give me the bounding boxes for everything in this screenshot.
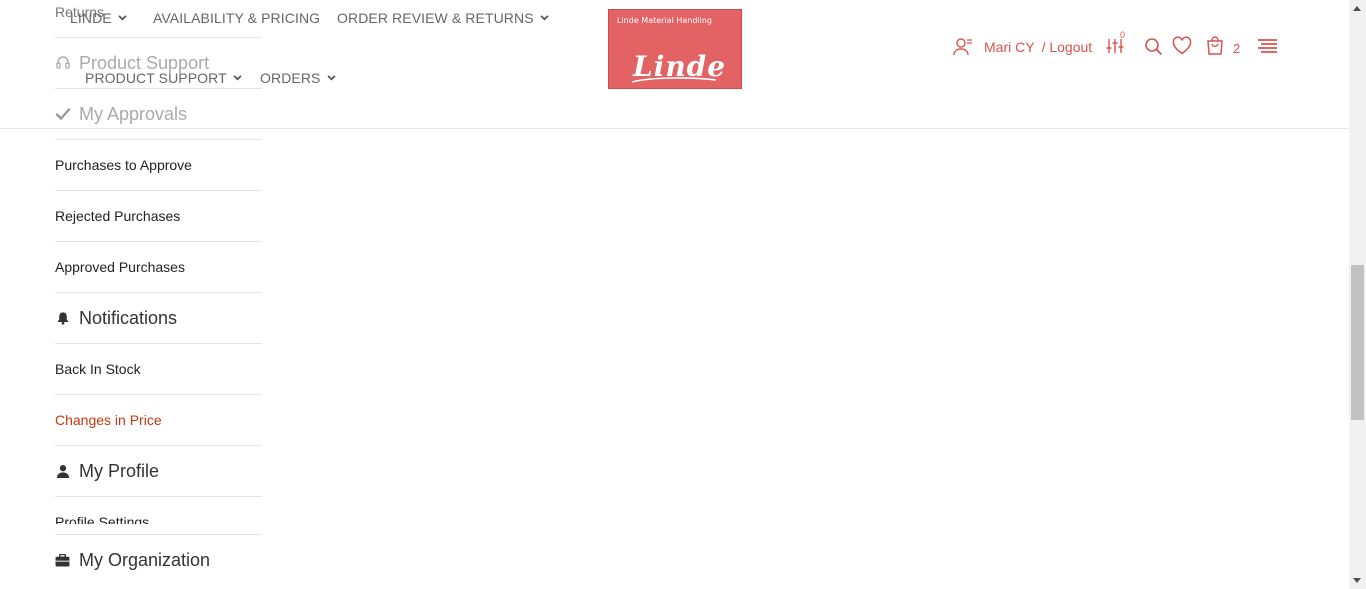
chevron-down-icon bbox=[233, 75, 242, 81]
nav-label: PRODUCT SUPPORT bbox=[85, 70, 227, 86]
wishlist-icon[interactable] bbox=[1172, 36, 1192, 56]
sidebar-item-profile-settings[interactable]: Profile Settings bbox=[55, 497, 262, 524]
person-icon bbox=[55, 463, 71, 479]
nav-label: AVAILABILITY & PRICING bbox=[153, 10, 321, 26]
sidebar-item-purchases-to-approve[interactable]: Purchases to Approve bbox=[55, 140, 262, 191]
user-account: Mari CY / Logout bbox=[953, 36, 1092, 58]
nav-label: LINDE bbox=[70, 10, 112, 26]
scroll-up-arrow-icon[interactable] bbox=[1353, 6, 1361, 11]
chevron-down-icon bbox=[326, 75, 336, 81]
chevron-down-icon bbox=[540, 15, 549, 21]
chevron-down-icon bbox=[118, 15, 127, 21]
logo-subtitle: Linde Material Handling bbox=[617, 16, 712, 25]
nav-product-support[interactable]: PRODUCT SUPPORT bbox=[85, 70, 242, 86]
sidebar-item-approved-purchases[interactable]: Approved Purchases bbox=[55, 242, 262, 293]
sidebar-item-label: Rejected Purchases bbox=[55, 208, 181, 224]
sidebar-item-label: Purchases to Approve bbox=[55, 157, 192, 173]
page: Returns Product Support My Approvals Pur… bbox=[0, 0, 1366, 589]
sidebar-item-label: Profile Settings bbox=[55, 514, 150, 524]
logout-link[interactable]: / Logout bbox=[1042, 39, 1093, 55]
sidebar-item-changes-in-price[interactable]: Changes in Price bbox=[55, 395, 262, 446]
site-header: LINDE AVAILABILITY & PRICING ORDER REVIE… bbox=[0, 0, 1349, 129]
user-name[interactable]: Mari CY bbox=[984, 39, 1035, 55]
page-scrollbar[interactable] bbox=[1349, 0, 1366, 589]
cart-count: 2 bbox=[1233, 41, 1241, 56]
nav-orders[interactable]: ORDERS bbox=[260, 70, 336, 86]
scroll-down-arrow-icon[interactable] bbox=[1353, 578, 1361, 583]
sidebar-item-label: Back In Stock bbox=[55, 361, 141, 377]
logo-swoosh bbox=[631, 77, 717, 83]
compare-count: 0 bbox=[1120, 30, 1126, 40]
briefcase-icon bbox=[55, 552, 71, 568]
nav-order-review-returns[interactable]: ORDER REVIEW & RETURNS bbox=[337, 10, 549, 26]
sidebar-item-rejected-purchases[interactable]: Rejected Purchases bbox=[55, 191, 262, 242]
nav-label: ORDER REVIEW & RETURNS bbox=[337, 10, 534, 26]
linde-logo[interactable]: Linde Material Handling Linde bbox=[608, 9, 742, 89]
sidebar-item-label: Approved Purchases bbox=[55, 259, 185, 275]
nav-label: ORDERS bbox=[260, 70, 321, 86]
user-icon[interactable] bbox=[953, 38, 973, 56]
sidebar-heading-label: My Organization bbox=[79, 549, 211, 570]
cart-icon[interactable] bbox=[1205, 36, 1225, 56]
sidebar-heading-label: Notifications bbox=[79, 307, 178, 328]
menu-icon[interactable] bbox=[1257, 36, 1278, 56]
search-icon[interactable] bbox=[1143, 36, 1163, 56]
scrollbar-thumb[interactable] bbox=[1351, 265, 1364, 420]
sidebar-heading-label: My Profile bbox=[79, 460, 160, 481]
sidebar-item-back-in-stock[interactable]: Back In Stock bbox=[55, 344, 262, 395]
nav-linde[interactable]: LINDE bbox=[70, 10, 127, 26]
sidebar-heading-my-profile: My Profile bbox=[55, 446, 262, 497]
sidebar-item-label: Changes in Price bbox=[55, 412, 162, 428]
sidebar-heading-notifications: Notifications bbox=[55, 293, 262, 344]
sidebar-heading-my-organization: My Organization bbox=[55, 534, 262, 585]
bell-icon bbox=[55, 310, 71, 326]
nav-availability-pricing[interactable]: AVAILABILITY & PRICING bbox=[153, 10, 320, 26]
